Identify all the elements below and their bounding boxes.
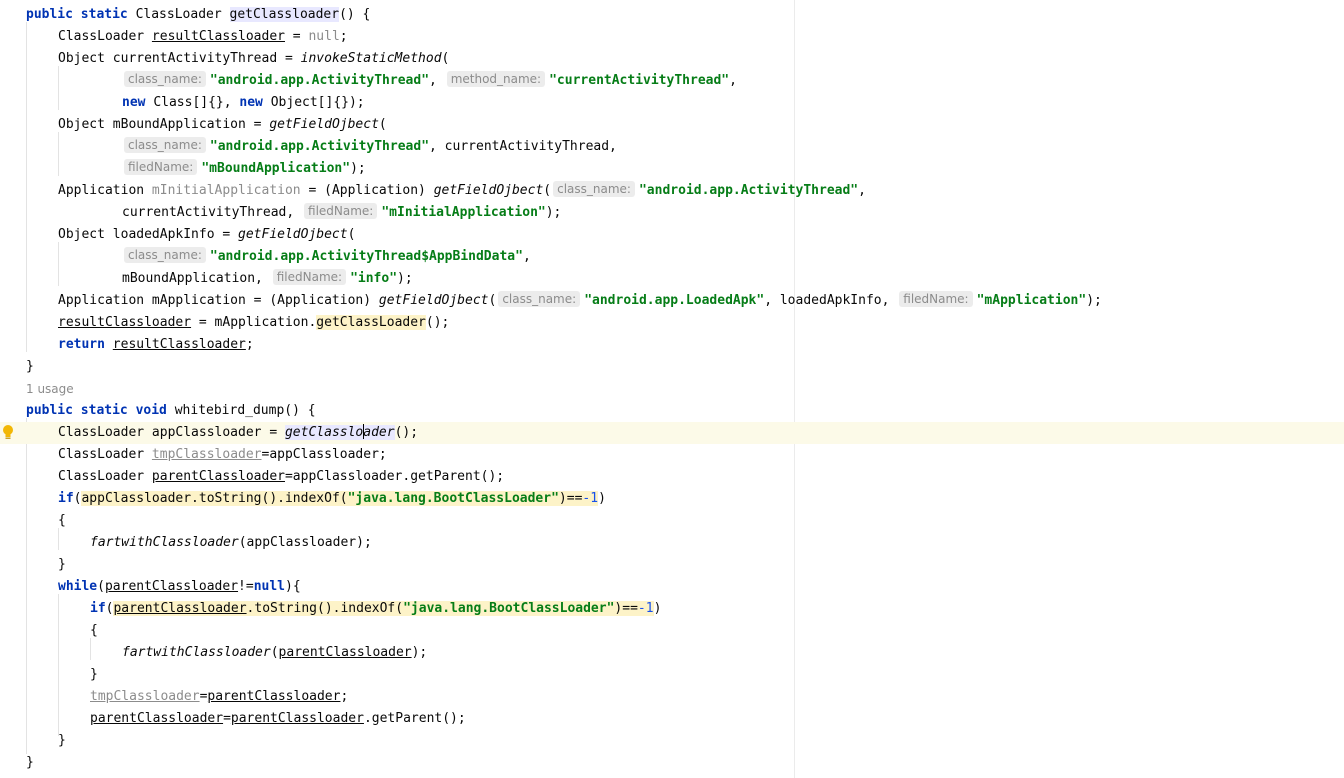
parameter-hint: class_name: bbox=[553, 181, 635, 197]
code-line[interactable]: return resultClassloader; bbox=[0, 334, 1344, 356]
code-line[interactable]: Object mBoundApplication = getFieldOjbec… bbox=[0, 114, 1344, 136]
code-line[interactable]: ClassLoader parentClassloader=appClasslo… bbox=[0, 466, 1344, 488]
code-line[interactable]: class_name: "android.app.ActivityThread",… bbox=[0, 136, 1344, 158]
parameter-hint: filedName: bbox=[899, 291, 973, 307]
code-line[interactable]: public static ClassLoader getClassloader… bbox=[0, 4, 1344, 26]
code-line[interactable]: fartwithClassloader(parentClassloader); bbox=[0, 642, 1344, 664]
code-line[interactable]: ClassLoader resultClassloader = null; bbox=[0, 26, 1344, 48]
code-line[interactable]: if(appClassloader.toString().indexOf("ja… bbox=[0, 488, 1344, 510]
code-line[interactable]: } bbox=[0, 730, 1344, 752]
usage-hint[interactable]: 1 usage bbox=[26, 378, 74, 400]
code-line[interactable]: fartwithClassloader(appClassloader); bbox=[0, 532, 1344, 554]
code-line[interactable]: public static void whitebird_dump() { bbox=[0, 400, 1344, 422]
parameter-hint: filedName: bbox=[304, 203, 378, 219]
code-line[interactable]: new Class[]{}, new Object[]{}); bbox=[0, 92, 1344, 114]
current-code-line[interactable]: ClassLoader appClassloader = getClassloa… bbox=[0, 422, 1344, 444]
code-line[interactable]: filedName: "mBoundApplication"); bbox=[0, 158, 1344, 180]
code-line[interactable]: { bbox=[0, 620, 1344, 642]
code-line[interactable]: Object currentActivityThread = invokeSta… bbox=[0, 48, 1344, 70]
parameter-hint: class_name: bbox=[124, 71, 206, 87]
parameter-hint: class_name: bbox=[124, 247, 206, 263]
code-line[interactable]: parentClassloader=parentClassloader.getP… bbox=[0, 708, 1344, 730]
code-line[interactable]: ClassLoader tmpClassloader=appClassloade… bbox=[0, 444, 1344, 466]
text-cursor bbox=[363, 424, 365, 439]
code-line[interactable]: } bbox=[0, 664, 1344, 686]
code-line[interactable]: currentActivityThread, filedName: "mIniti… bbox=[0, 202, 1344, 224]
code-line[interactable]: } bbox=[0, 554, 1344, 576]
code-line[interactable]: class_name: "android.app.ActivityThread",… bbox=[0, 70, 1344, 92]
parameter-hint: filedName: bbox=[124, 159, 198, 175]
parameter-hint: class_name: bbox=[498, 291, 581, 307]
code-line[interactable]: } bbox=[0, 356, 1344, 378]
code-line[interactable]: Object loadedApkInfo = getFieldOjbect( bbox=[0, 224, 1344, 246]
code-line[interactable]: } bbox=[0, 752, 1344, 774]
code-line[interactable]: tmpClassloader=parentClassloader; bbox=[0, 686, 1344, 708]
code-line[interactable]: resultClassloader = mApplication.getClas… bbox=[0, 312, 1344, 334]
code-line[interactable]: if(parentClassloader.toString().indexOf(… bbox=[0, 598, 1344, 620]
lightbulb-icon[interactable] bbox=[2, 424, 14, 442]
code-editor[interactable]: public static ClassLoader getClassloader… bbox=[0, 0, 1344, 778]
parameter-hint: filedName: bbox=[272, 269, 347, 285]
parameter-hint: method_name: bbox=[446, 71, 546, 87]
code-line[interactable]: Application mApplication = (Application)… bbox=[0, 290, 1344, 312]
code-line[interactable]: mBoundApplication, filedName: "info"); bbox=[0, 268, 1344, 290]
parameter-hint: class_name: bbox=[124, 137, 206, 153]
code-line[interactable]: Application mInitialApplication = (Appli… bbox=[0, 180, 1344, 202]
code-line[interactable]: while(parentClassloader!=null){ bbox=[0, 576, 1344, 598]
code-line[interactable]: class_name: "android.app.ActivityThread$A… bbox=[0, 246, 1344, 268]
code-line[interactable]: { bbox=[0, 510, 1344, 532]
